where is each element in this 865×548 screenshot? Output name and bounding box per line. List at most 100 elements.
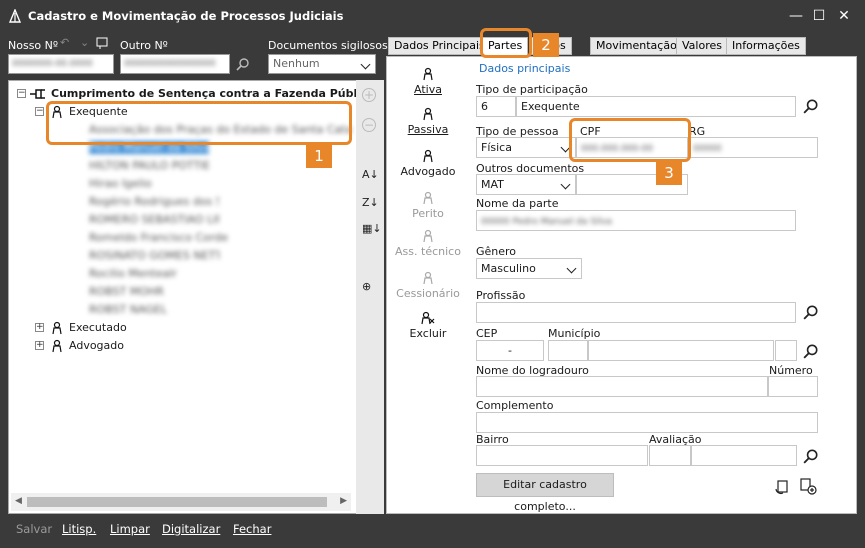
dropdown-arrow-icon[interactable]: ⌄ xyxy=(80,36,89,49)
tab-strip: Dados Principais Partes untos Movimentaç… xyxy=(388,37,865,57)
add-circle-icon[interactable]: + xyxy=(362,88,376,102)
documentos-sigilosos-select[interactable]: Nenhum xyxy=(268,54,376,74)
search-icon[interactable] xyxy=(236,57,250,71)
avaliacao-input[interactable] xyxy=(691,445,797,466)
tab-movimentacao[interactable]: Movimentação xyxy=(590,37,683,55)
refresh-document-icon[interactable] xyxy=(775,479,791,495)
tree-party-item[interactable]: ROMERO SEBASTIAO LIMA xyxy=(89,213,219,226)
tree-party-item[interactable]: Rocilio Mentealr xyxy=(89,267,179,280)
municipio-code-input[interactable] xyxy=(548,340,588,361)
outro-numero-value: 0000000000000000 xyxy=(124,59,216,69)
nome-parte-input[interactable]: 00000 Pedro Manuel da Silva xyxy=(476,210,796,231)
tab-valores[interactable]: Valores xyxy=(676,37,728,55)
avaliacao-code-input[interactable] xyxy=(649,445,691,466)
salvar-button[interactable]: Salvar xyxy=(16,522,52,536)
tree-tool-strip: + − A↓ Z↓ ▦↓ ⊕ xyxy=(356,80,384,514)
scroll-thumb[interactable] xyxy=(27,497,327,507)
note-icon[interactable] xyxy=(96,37,108,49)
tree-party-item[interactable]: HILTON PAULO POTTIER xyxy=(89,159,209,172)
tree-horizontal-scrollbar[interactable]: ◀ ▶ xyxy=(11,493,351,511)
tipo-participacao-label: Tipo de participação xyxy=(476,83,588,96)
group-add-icon[interactable]: ⊕ xyxy=(362,280,371,293)
tree-party-item[interactable]: Romeldo Francisco Cordeiro xyxy=(89,231,229,244)
nome-logradouro-input[interactable] xyxy=(476,376,768,397)
tipo-participacao-value: Exequente xyxy=(521,100,580,113)
search-icon[interactable] xyxy=(803,304,819,320)
editar-cadastro-button[interactable]: Editar cadastro completo... xyxy=(476,473,614,513)
ativa-button[interactable]: Ativa xyxy=(393,67,463,96)
callout-badge-2: 2 xyxy=(533,33,559,57)
profissao-input[interactable] xyxy=(476,302,796,323)
tipo-participacao-code: 6 xyxy=(481,100,488,113)
cep-input[interactable]: - xyxy=(476,340,544,361)
advogado-label: Advogado xyxy=(400,165,456,178)
cep-label: CEP xyxy=(476,327,498,340)
scroll-left-icon[interactable]: ◀ xyxy=(15,496,22,506)
search-icon[interactable] xyxy=(803,343,819,359)
ass-tecnico-button[interactable]: Ass. técnico xyxy=(393,229,463,258)
bairro-input[interactable] xyxy=(476,445,648,466)
maximize-button[interactable]: ☐ xyxy=(806,4,832,28)
tree-expand-icon[interactable]: + xyxy=(35,323,44,332)
numero-input[interactable] xyxy=(768,376,818,397)
genero-label: Gênero xyxy=(476,245,517,258)
tree-root-label[interactable]: Cumprimento de Sentença contra a Fazenda… xyxy=(51,87,375,100)
advogado-button[interactable]: Advogado xyxy=(393,149,463,178)
litisp-button[interactable]: Litisp. xyxy=(62,522,96,536)
tree-party-item[interactable]: Rogério Rodrigues dos Santos xyxy=(89,195,219,208)
excluir-button[interactable]: Excluir xyxy=(393,311,463,340)
tipo-participacao-code-input[interactable]: 6 xyxy=(476,96,516,117)
tree-expand-icon[interactable]: + xyxy=(35,341,44,350)
window-title: Cadastro e Movimentação de Processos Jud… xyxy=(28,9,344,23)
outro-numero-label: Outro Nº xyxy=(120,39,168,52)
excluir-label: Excluir xyxy=(409,327,447,340)
back-arrow-icon[interactable]: ↶ xyxy=(60,36,69,49)
genero-select[interactable]: Masculino xyxy=(476,258,582,279)
tree-collapse-icon[interactable]: − xyxy=(17,89,26,98)
cessionario-button[interactable]: Cessionário xyxy=(393,271,463,300)
search-icon[interactable] xyxy=(803,98,819,114)
perito-button[interactable]: Perito xyxy=(393,191,463,220)
outros-documentos-select[interactable]: MAT xyxy=(476,174,576,195)
outros-documentos-value: MAT xyxy=(481,178,504,191)
nosso-numero-value: 0000000-00.0000 xyxy=(12,59,93,69)
remove-circle-icon[interactable]: − xyxy=(362,118,376,132)
tree-executado-label[interactable]: Executado xyxy=(69,321,127,334)
tree-party-item[interactable]: ROBST MOHR xyxy=(89,285,169,298)
digitalizar-button[interactable]: Digitalizar xyxy=(162,522,220,536)
cep-value: - xyxy=(508,344,512,357)
tipo-pessoa-value: Física xyxy=(481,141,512,154)
delete-person-icon xyxy=(421,311,435,325)
municipio-label: Município xyxy=(548,327,601,340)
fechar-button[interactable]: Fechar xyxy=(233,522,271,536)
callout-box-3 xyxy=(569,118,691,162)
dados-principais-link[interactable]: Dados principais xyxy=(479,62,570,75)
close-button[interactable]: ✕ xyxy=(831,4,857,28)
municipio-input[interactable] xyxy=(588,340,774,361)
outro-numero-input[interactable]: 0000000000000000 xyxy=(120,54,230,74)
complemento-input[interactable] xyxy=(476,412,818,433)
sort-ascending-icon[interactable]: A↓ xyxy=(362,168,379,181)
tree-collapse-icon[interactable]: − xyxy=(35,107,44,116)
tree-advogado-label[interactable]: Advogado xyxy=(69,339,124,352)
sort-descending-icon[interactable]: Z↓ xyxy=(362,196,379,209)
limpar-button[interactable]: Limpar xyxy=(110,522,150,536)
tree-party-item[interactable]: ROBST NAGEL xyxy=(89,303,169,316)
tree-party-item[interactable]: Hirao Igelio xyxy=(89,177,159,190)
search-icon[interactable] xyxy=(803,448,819,464)
sort-by-date-icon[interactable]: ▦↓ xyxy=(362,222,382,235)
genero-value: Masculino xyxy=(481,262,536,275)
tipo-participacao-input[interactable]: Exequente xyxy=(516,96,796,117)
municipio-uf-input[interactable] xyxy=(775,340,797,361)
passiva-button[interactable]: Passiva xyxy=(393,107,463,136)
tab-dados-principais[interactable]: Dados Principais xyxy=(388,37,491,55)
scroll-right-icon[interactable]: ▶ xyxy=(340,496,347,506)
process-node-icon xyxy=(30,89,45,99)
tree-party-item[interactable]: ROSINATO GOMES NETTO xyxy=(89,249,219,262)
nosso-numero-input[interactable]: 0000000-00.0000 xyxy=(8,54,114,74)
add-document-icon[interactable] xyxy=(799,477,817,495)
rg-input[interactable]: 00000 xyxy=(688,137,818,158)
perito-label: Perito xyxy=(412,207,444,220)
tab-informacoes[interactable]: Informações xyxy=(726,37,806,55)
tipo-pessoa-select[interactable]: Física xyxy=(476,137,576,158)
